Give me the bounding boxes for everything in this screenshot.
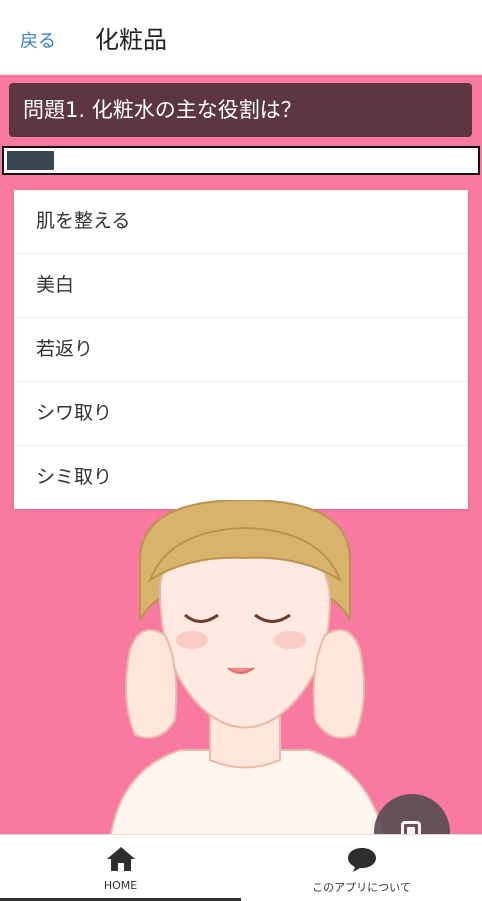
tab-home[interactable]: HOME (0, 835, 241, 901)
back-button[interactable]: 戻る (20, 27, 56, 53)
answer-option-3[interactable]: 若返り (14, 318, 468, 382)
answer-option-1[interactable]: 肌を整える (14, 190, 468, 254)
page-title: 化粧品 (95, 26, 167, 54)
answer-list: 肌を整える 美白 若返り シワ取り シミ取り (14, 190, 468, 509)
bottom-navigation: HOME このアプリについて (0, 834, 482, 901)
tab-about-label: このアプリについて (312, 881, 411, 894)
answer-option-2[interactable]: 美白 (14, 254, 468, 318)
progress-bar-fill (7, 151, 54, 170)
question-banner: 問題1. 化粧水の主な役割は？ (9, 83, 472, 137)
top-app-bar: 戻る 化粧品 (0, 0, 482, 75)
progress-bar (2, 146, 480, 175)
answer-option-4[interactable]: シワ取り (14, 382, 468, 446)
tab-about[interactable]: このアプリについて (241, 835, 482, 901)
tab-home-label: HOME (103, 879, 138, 892)
home-icon (106, 847, 135, 871)
chat-bubble-icon (347, 848, 376, 872)
woman-illustration (108, 500, 387, 840)
